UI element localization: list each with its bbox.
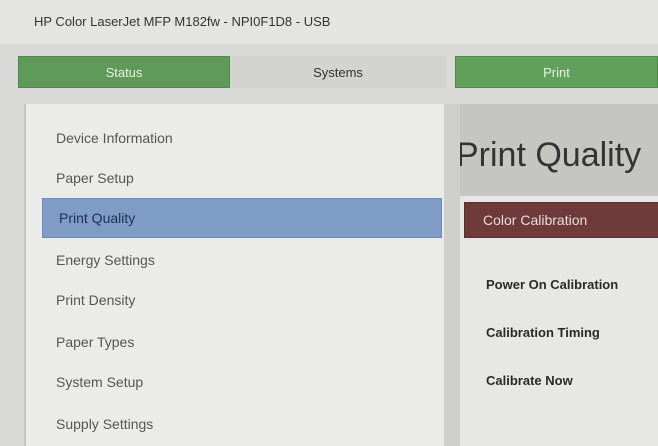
- sidebar-item-supply-settings[interactable]: Supply Settings: [40, 404, 440, 444]
- tab-status[interactable]: Status: [18, 56, 230, 88]
- sidebar-item-print-density[interactable]: Print Density: [40, 280, 440, 320]
- sidebar-item-system-setup[interactable]: System Setup: [40, 362, 440, 402]
- sidebar-item-device-information[interactable]: Device Information: [40, 118, 440, 158]
- calibrate-now-label: Calibrate Now: [486, 373, 573, 388]
- page-header: Print Quality: [460, 104, 658, 196]
- power-on-calibration-label: Power On Calibration: [486, 277, 619, 292]
- title-bar: HP Color LaserJet MFP M182fw - NPI0F1D8 …: [0, 0, 658, 44]
- sidebar-item-paper-types[interactable]: Paper Types: [40, 322, 440, 362]
- panel-divider: [444, 104, 460, 446]
- sidebar: Device Information Paper Setup Print Qua…: [24, 104, 444, 446]
- tab-print[interactable]: Print: [455, 56, 658, 88]
- sidebar-item-print-quality[interactable]: Print Quality: [42, 198, 442, 238]
- sidebar-item-energy-settings[interactable]: Energy Settings: [40, 240, 440, 280]
- page-title: Print Quality: [460, 136, 642, 174]
- main-content: Print Quality Color Calibration: [460, 104, 658, 446]
- sidebar-item-paper-setup[interactable]: Paper Setup: [40, 158, 440, 198]
- tab-systems[interactable]: Systems: [230, 56, 446, 88]
- calibration-timing-label: Calibration Timing: [486, 325, 600, 340]
- window-title: HP Color LaserJet MFP M182fw - NPI0F1D8 …: [34, 14, 331, 29]
- color-calibration-button[interactable]: Color Calibration: [464, 202, 658, 238]
